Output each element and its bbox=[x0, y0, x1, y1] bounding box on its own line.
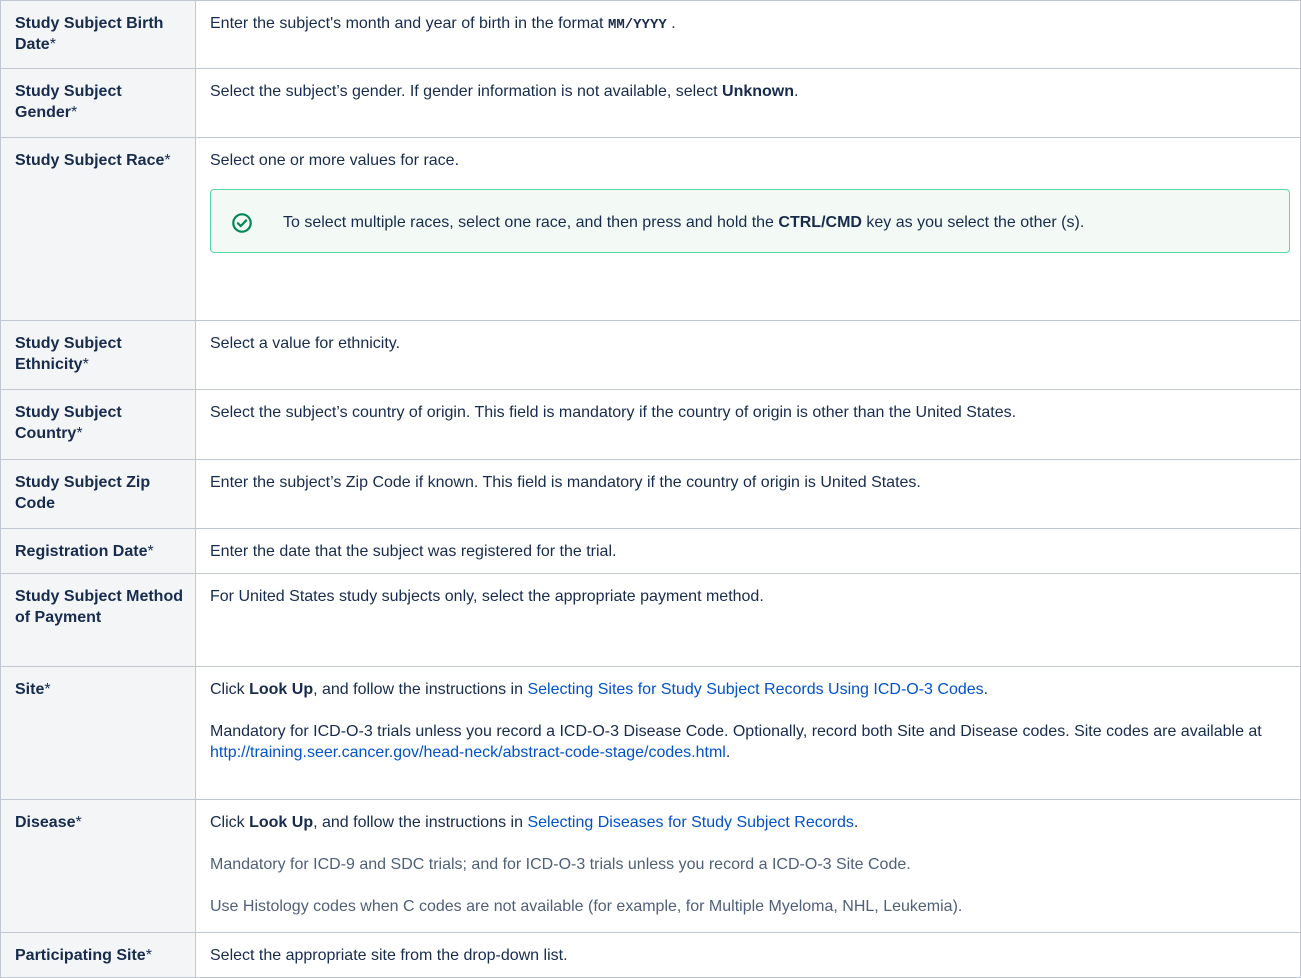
field-description-cell: Select a value for ethnicity. bbox=[195, 320, 1301, 390]
table-row: Study Subject Ethnicity* Select a value … bbox=[0, 320, 1301, 390]
emphasis-text: Look Up bbox=[249, 681, 314, 698]
table-row: Disease* Click Look Up, and follow the i… bbox=[0, 799, 1301, 933]
description-paragraph: Mandatory for ICD-O-3 trials unless you … bbox=[210, 721, 1290, 763]
field-label: Site bbox=[15, 681, 45, 698]
field-label: Study Subject Birth Date bbox=[15, 15, 164, 53]
field-label-cell: Study Subject Method of Payment bbox=[0, 573, 196, 667]
description-text: Click bbox=[210, 681, 250, 698]
field-label: Disease bbox=[15, 814, 76, 831]
emphasis-text: Look Up bbox=[249, 814, 314, 831]
required-marker: * bbox=[49, 36, 56, 53]
description-text: , and follow the instructions in bbox=[313, 681, 528, 698]
field-label-cell: Study Subject Gender* bbox=[0, 68, 196, 138]
description-text: Select the subject’s country of origin. … bbox=[210, 404, 1017, 421]
description-text: . bbox=[853, 814, 859, 831]
description-text: Click bbox=[210, 814, 250, 831]
table-row: Study Subject Zip Code Enter the subject… bbox=[0, 459, 1301, 529]
field-label: Study Subject Zip Code bbox=[15, 474, 151, 512]
field-description-cell: Enter the subject's month and year of bi… bbox=[195, 0, 1301, 69]
field-label: Study Subject Gender bbox=[15, 83, 122, 121]
table-row: Registration Date* Enter the date that t… bbox=[0, 528, 1301, 574]
description-text: Select the subject’s gender. If gender i… bbox=[210, 83, 723, 100]
description-text: Select one or more values for race. bbox=[210, 152, 460, 169]
field-description-cell: Select one or more values for race. To s… bbox=[195, 137, 1301, 321]
field-label: Study Subject Method of Payment bbox=[15, 588, 183, 626]
format-code: MM/YYYY bbox=[607, 17, 667, 33]
field-description-cell: Click Look Up, and follow the instructio… bbox=[195, 799, 1301, 933]
required-marker: * bbox=[82, 356, 89, 373]
check-circle-icon bbox=[232, 213, 252, 233]
field-label-cell: Study Subject Race* bbox=[0, 137, 196, 321]
required-marker: * bbox=[71, 104, 78, 121]
field-label-cell: Disease* bbox=[0, 799, 196, 933]
field-label-cell: Site* bbox=[0, 666, 196, 800]
field-label: Participating Site bbox=[15, 947, 146, 964]
field-description-cell: Select the appropriate site from the dro… bbox=[195, 932, 1301, 978]
emphasis-text: CTRL/CMD bbox=[778, 214, 862, 231]
required-marker: * bbox=[76, 425, 83, 442]
field-definitions-table: Study Subject Birth Date* Enter the subj… bbox=[0, 0, 1301, 978]
field-label-cell: Registration Date* bbox=[0, 528, 196, 574]
field-description-cell: Select the subject’s country of origin. … bbox=[195, 389, 1301, 460]
required-marker: * bbox=[147, 543, 154, 560]
site-instructions-link[interactable]: Selecting Sites for Study Subject Record… bbox=[527, 681, 983, 698]
required-marker: * bbox=[164, 152, 171, 169]
field-description-cell: Select the subject’s gender. If gender i… bbox=[195, 68, 1301, 138]
field-label-cell: Study Subject Birth Date* bbox=[0, 0, 196, 69]
table-row: Participating Site* Select the appropria… bbox=[0, 932, 1301, 978]
disease-instructions-link[interactable]: Selecting Diseases for Study Subject Rec… bbox=[527, 814, 853, 831]
description-paragraph: Click Look Up, and follow the instructio… bbox=[210, 679, 1290, 700]
field-label: Registration Date bbox=[15, 543, 148, 560]
tip-text: key as you select the other (s). bbox=[861, 214, 1085, 231]
required-marker: * bbox=[75, 814, 82, 831]
field-description-cell: Click Look Up, and follow the instructio… bbox=[195, 666, 1301, 800]
required-marker: * bbox=[44, 681, 51, 698]
description-text: Enter the subject’s Zip Code if known. T… bbox=[210, 474, 921, 491]
field-label-cell: Study Subject Ethnicity* bbox=[0, 320, 196, 390]
field-label: Study Subject Country bbox=[15, 404, 122, 442]
table-row: Study Subject Gender* Select the subject… bbox=[0, 68, 1301, 138]
description-text: , and follow the instructions in bbox=[313, 814, 528, 831]
description-paragraph: Click Look Up, and follow the instructio… bbox=[210, 812, 1290, 833]
description-text: . bbox=[725, 744, 731, 761]
description-text: Select the appropriate site from the dro… bbox=[210, 947, 568, 964]
tip-panel: To select multiple races, select one rac… bbox=[210, 189, 1290, 253]
description-paragraph: Mandatory for ICD-9 and SDC trials; and … bbox=[210, 856, 911, 873]
table-row: Study Subject Country* Select the subjec… bbox=[0, 389, 1301, 460]
table-row: Study Subject Method of Payment For Unit… bbox=[0, 573, 1301, 667]
field-label: Study Subject Race bbox=[15, 152, 165, 169]
field-description-cell: Enter the date that the subject was regi… bbox=[195, 528, 1301, 574]
description-text: Enter the date that the subject was regi… bbox=[210, 543, 617, 560]
required-marker: * bbox=[145, 947, 152, 964]
field-label-cell: Participating Site* bbox=[0, 932, 196, 978]
description-text: Select a value for ethnicity. bbox=[210, 335, 401, 352]
field-label-cell: Study Subject Zip Code bbox=[0, 459, 196, 529]
description-text: . bbox=[794, 83, 799, 100]
field-description-cell: Enter the subject’s Zip Code if known. T… bbox=[195, 459, 1301, 529]
field-label: Study Subject Ethnicity bbox=[15, 335, 122, 373]
field-description-cell: For United States study subjects only, s… bbox=[195, 573, 1301, 667]
description-text: . bbox=[983, 681, 989, 698]
description-text: Mandatory for ICD-O-3 trials unless you … bbox=[210, 723, 1262, 740]
table-row: Study Subject Race* Select one or more v… bbox=[0, 137, 1301, 321]
site-codes-link[interactable]: http://training.seer.cancer.gov/head-nec… bbox=[210, 744, 726, 761]
table-row: Study Subject Birth Date* Enter the subj… bbox=[0, 0, 1301, 69]
description-text: For United States study subjects only, s… bbox=[210, 588, 764, 605]
description-paragraph: Use Histology codes when C codes are not… bbox=[210, 898, 963, 915]
table-row: Site* Click Look Up, and follow the inst… bbox=[0, 666, 1301, 800]
emphasis-text: Unknown bbox=[722, 83, 795, 100]
tip-text: To select multiple races, select one rac… bbox=[283, 214, 779, 231]
description-text: Enter the subject's month and year of bi… bbox=[210, 15, 608, 32]
description-text: . bbox=[666, 15, 676, 32]
field-label-cell: Study Subject Country* bbox=[0, 389, 196, 460]
